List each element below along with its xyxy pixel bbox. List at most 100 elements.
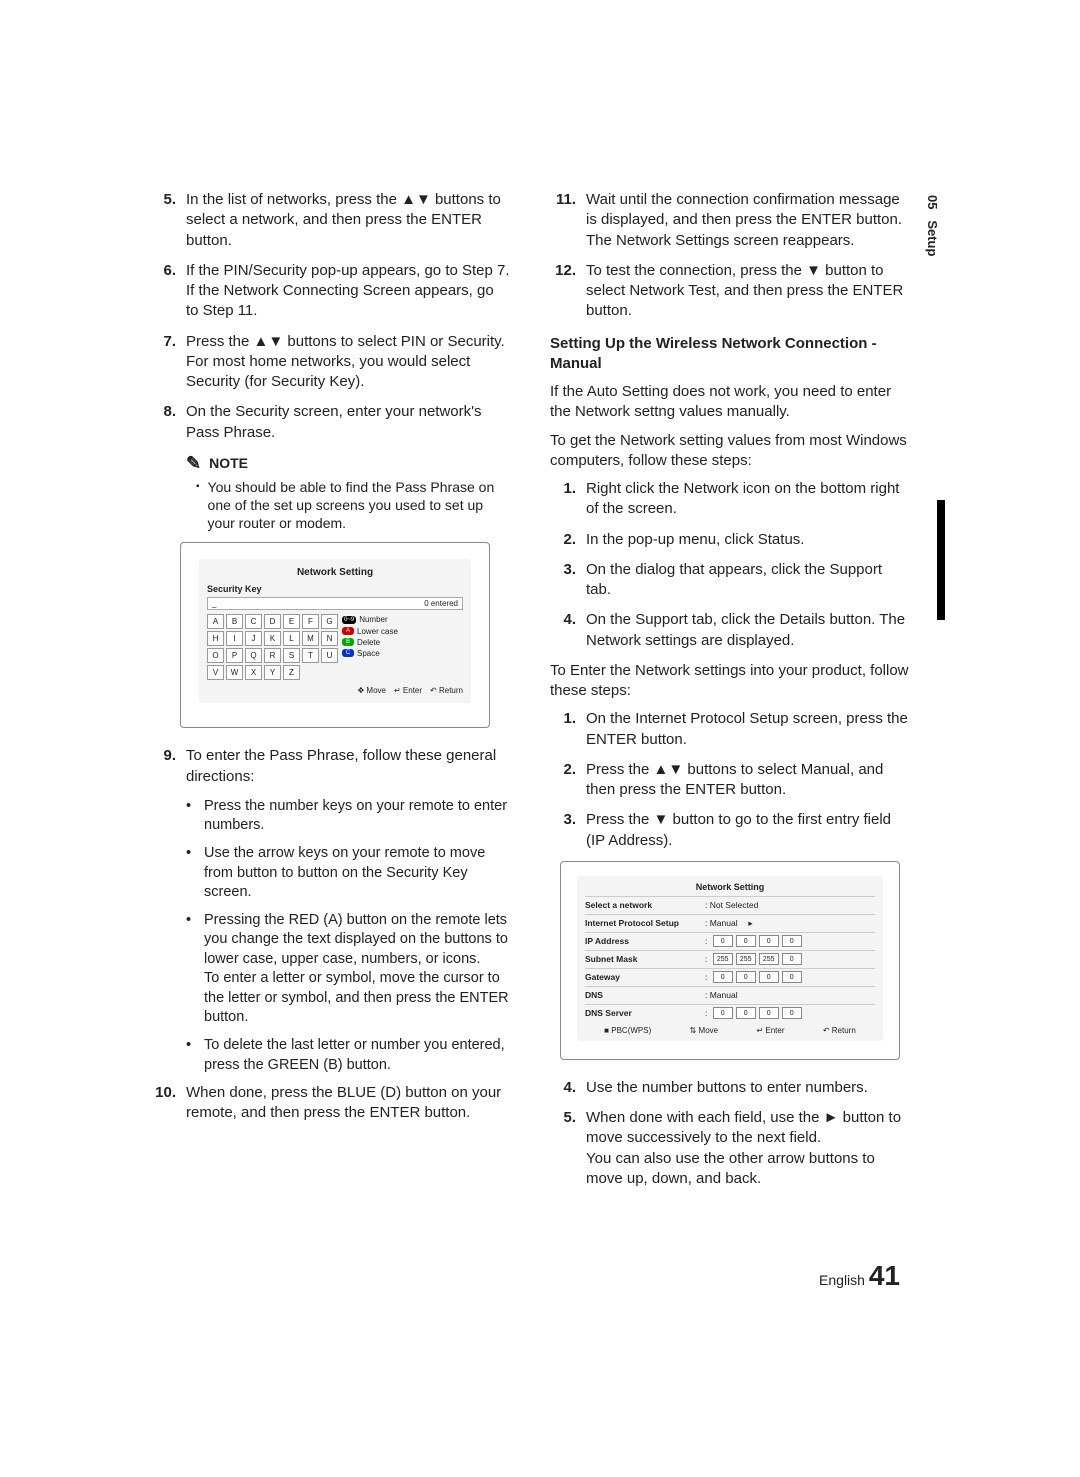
onscreen-keyboard: A B C D E F G H I J K <box>207 614 338 680</box>
key-t[interactable]: T <box>302 648 319 663</box>
key-q[interactable]: Q <box>245 648 262 663</box>
security-key-input[interactable]: _ 0 entered <box>207 597 463 610</box>
square-bullet-icon: ▪ <box>196 478 200 533</box>
key-u[interactable]: U <box>321 648 338 663</box>
right-column: 11. Wait until the connection confirmati… <box>550 190 910 1199</box>
step-9: 9. To enter the Pass Phrase, follow thes… <box>150 746 510 787</box>
key-b[interactable]: B <box>226 614 243 629</box>
key-h[interactable]: H <box>207 631 224 646</box>
note-icon: ✎ <box>186 453 201 474</box>
bullet-icon: • <box>186 1036 196 1075</box>
row-gateway[interactable]: Gateway : 0 0 0 0 <box>585 968 875 986</box>
page-content: 5. In the list of networks, press the ▲▼… <box>150 190 910 1199</box>
key-i[interactable]: I <box>226 631 243 646</box>
step-8: 8. On the Security screen, enter your ne… <box>150 402 510 443</box>
kb-row-1: A B C D E F G <box>207 614 338 629</box>
key-y[interactable]: Y <box>264 665 281 680</box>
step-6: 6. If the PIN/Security pop-up appears, g… <box>150 261 510 322</box>
entered-count: 0 entered <box>424 599 458 608</box>
key-f[interactable]: F <box>302 614 319 629</box>
row-dns[interactable]: DNS : Manual <box>585 986 875 1004</box>
key-c[interactable]: C <box>245 614 262 629</box>
enter-step-4: 4.Use the number buttons to enter number… <box>550 1078 910 1098</box>
row-ip-address[interactable]: IP Address : 0 0 0 0 <box>585 932 875 950</box>
side-black-bar <box>937 500 945 620</box>
enter-icon: ↵ <box>756 1026 763 1035</box>
win-step-2: 2.In the pop-up menu, click Status. <box>550 530 910 550</box>
right-arrow-icon: ▸ <box>748 918 752 929</box>
row-ip-setup[interactable]: Internet Protocol Setup : Manual ▸ <box>585 914 875 932</box>
step-7: 7. Press the ▲▼ buttons to select PIN or… <box>150 332 510 393</box>
fig2-title: Network Setting <box>585 882 875 892</box>
return-hint: ↶ Return <box>430 686 463 695</box>
win-step-4: 4.On the Support tab, click the Details … <box>550 610 910 651</box>
network-setting-screen: Network Setting Select a network : Not S… <box>560 861 900 1060</box>
manual-p2: To get the Network setting values from m… <box>550 431 910 472</box>
kb-row-2: H I J K L M N <box>207 631 338 646</box>
win-step-1: 1.Right click the Network icon on the bo… <box>550 479 910 520</box>
square-icon: ■ <box>604 1026 609 1035</box>
fig1-title: Network Setting <box>207 567 463 578</box>
key-d[interactable]: D <box>264 614 281 629</box>
blue-c-icon: C <box>342 649 354 657</box>
key-w[interactable]: W <box>226 665 243 680</box>
enter-step-3: 3.Press the ▼ button to go to the first … <box>550 810 910 851</box>
manual-p1: If the Auto Setting does not work, you n… <box>550 382 910 423</box>
key-o[interactable]: O <box>207 648 224 663</box>
green-b-icon: B <box>342 638 354 646</box>
key-g[interactable]: G <box>321 614 338 629</box>
note-label: NOTE <box>209 455 248 471</box>
key-p[interactable]: P <box>226 648 243 663</box>
bullet-icon: • <box>186 844 196 903</box>
key-a[interactable]: A <box>207 614 224 629</box>
kb-row-3: O P Q R S T U <box>207 648 338 663</box>
chapter-name: Setup <box>925 220 940 256</box>
manual-heading: Setting Up the Wireless Network Connecti… <box>550 334 910 375</box>
step-10: 10. When done, press the BLUE (D) button… <box>150 1083 510 1124</box>
enter-icon: ↵ <box>394 686 401 695</box>
step-9-bullets: •Press the number keys on your remote to… <box>186 797 510 1075</box>
fig2-footer: ■ PBC(WPS) ⇅ Move ↵ Enter ↶ Return <box>585 1026 875 1035</box>
chapter-number: 05 <box>925 195 940 209</box>
move-hint: ✥ Move <box>357 686 386 695</box>
return-icon: ↶ <box>823 1026 830 1035</box>
step-5: 5. In the list of networks, press the ▲▼… <box>150 190 510 251</box>
page-lang: English <box>819 1272 865 1288</box>
enter-hint: ↵ Enter <box>394 686 422 695</box>
red-a-icon: A <box>342 627 354 635</box>
move-icon: ✥ <box>357 686 364 695</box>
page-footer: English 41 <box>819 1260 900 1292</box>
row-select-network[interactable]: Select a network : Not Selected <box>585 896 875 914</box>
key-z[interactable]: Z <box>283 665 300 680</box>
key-n[interactable]: N <box>321 631 338 646</box>
fig1-footer: ✥ Move ↵ Enter ↶ Return <box>207 686 463 695</box>
key-v[interactable]: V <box>207 665 224 680</box>
key-j[interactable]: J <box>245 631 262 646</box>
key-k[interactable]: K <box>264 631 281 646</box>
key-e[interactable]: E <box>283 614 300 629</box>
win-step-3: 3.On the dialog that appears, click the … <box>550 560 910 601</box>
enter-step-2: 2.Press the ▲▼ buttons to select Manual,… <box>550 760 910 801</box>
fig1-keylabel: Security Key <box>207 584 463 594</box>
enter-step-5: 5.When done with each field, use the ► b… <box>550 1108 910 1189</box>
enter-step-1: 1.On the Internet Protocol Setup screen,… <box>550 709 910 750</box>
key-l[interactable]: L <box>283 631 300 646</box>
row-dns-server[interactable]: DNS Server : 0 0 0 0 <box>585 1004 875 1022</box>
key-s[interactable]: S <box>283 648 300 663</box>
note-body: ▪ You should be able to find the Pass Ph… <box>196 478 510 533</box>
chapter-side-tab: 05 Setup <box>925 195 940 256</box>
step-12: 12. To test the connection, press the ▼ … <box>550 261 910 322</box>
return-icon: ↶ <box>430 686 437 695</box>
row-subnet[interactable]: Subnet Mask : 255 255 255 0 <box>585 950 875 968</box>
manual-p3: To Enter the Network settings into your … <box>550 661 910 702</box>
key-m[interactable]: M <box>302 631 319 646</box>
number-pill-icon: 0~9 <box>342 616 356 624</box>
step-11: 11. Wait until the connection confirmati… <box>550 190 910 251</box>
security-key-screen: Network Setting Security Key _ 0 entered… <box>180 542 490 728</box>
kb-row-4: V W X Y Z <box>207 665 338 680</box>
note-heading: ✎ NOTE <box>186 453 510 474</box>
page-number: 41 <box>869 1260 900 1291</box>
key-x[interactable]: X <box>245 665 262 680</box>
bullet-icon: • <box>186 911 196 1028</box>
key-r[interactable]: R <box>264 648 281 663</box>
